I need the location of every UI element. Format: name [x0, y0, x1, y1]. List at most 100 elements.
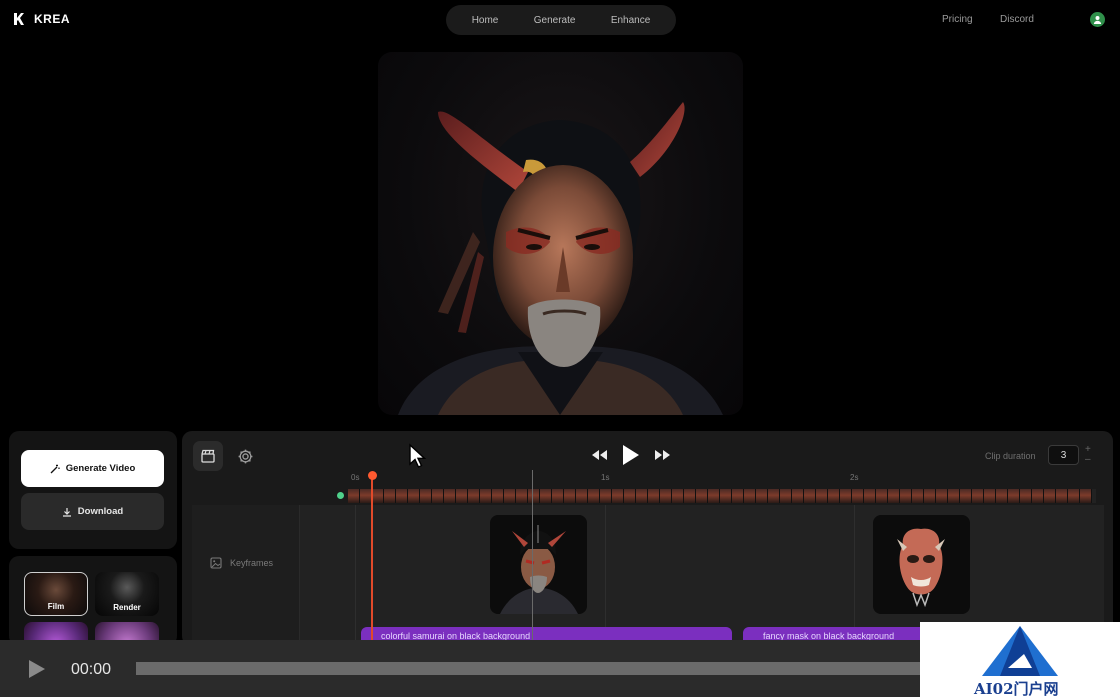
logo[interactable]: KREA — [12, 12, 70, 26]
generate-video-label: Generate Video — [65, 463, 136, 474]
frame-thumbnail — [756, 489, 768, 503]
scenes-tab-button[interactable] — [193, 441, 223, 471]
keyframe-2-thumbnail[interactable] — [873, 515, 970, 614]
frame-thumbnail — [816, 489, 828, 503]
frame-thumbnail — [432, 489, 444, 503]
top-bar: KREA Home Generate Enhance Pricing Disco… — [0, 0, 1120, 40]
frame-thumbnail — [708, 489, 720, 503]
frame-thumbnail — [540, 489, 552, 503]
clapperboard-icon — [201, 449, 215, 463]
frame-thumbnail — [408, 489, 420, 503]
frame-thumbnail — [996, 489, 1008, 503]
frame-thumbnail — [516, 489, 528, 503]
app-name: KREA — [34, 12, 71, 26]
decrement-icon[interactable]: – — [1085, 454, 1091, 465]
grid-line — [355, 505, 356, 646]
frame-thumbnail — [852, 489, 864, 503]
timeline-panel: Clip duration 3 + – 0s 1s 2s Keyframes c… — [182, 431, 1113, 646]
keyframes-label-text: Keyframes — [230, 558, 274, 568]
frame-thumbnail — [840, 489, 852, 503]
frame-thumbnail — [492, 489, 504, 503]
frame-thumbnail — [684, 489, 696, 503]
frame-thumbnail — [1008, 489, 1020, 503]
playhead[interactable] — [371, 476, 373, 646]
frame-thumbnail — [384, 489, 396, 503]
generated-image-preview — [378, 52, 743, 415]
frame-thumbnail-strip[interactable] — [348, 489, 1096, 503]
frame-thumbnail — [720, 489, 732, 503]
nav-enhance[interactable]: Enhance — [611, 15, 650, 26]
avatar[interactable] — [1090, 12, 1105, 27]
frame-thumbnail — [828, 489, 840, 503]
keyframe-1-thumbnail[interactable] — [490, 515, 587, 614]
frame-thumbnail — [348, 489, 360, 503]
frame-thumbnail — [912, 489, 924, 503]
frame-thumbnail — [732, 489, 744, 503]
fast-forward-icon[interactable] — [654, 449, 672, 461]
frame-thumbnail — [588, 489, 600, 503]
nav-pricing[interactable]: Pricing — [942, 14, 973, 25]
frame-thumbnail — [624, 489, 636, 503]
frame-thumbnail — [888, 489, 900, 503]
clip-duration-input[interactable]: 3 — [1048, 445, 1079, 465]
frame-thumbnail — [960, 489, 972, 503]
nav-discord[interactable]: Discord — [1000, 14, 1034, 25]
rewind-icon[interactable] — [590, 449, 608, 461]
hover-scrub-line — [532, 470, 533, 646]
frame-thumbnail — [612, 489, 624, 503]
generate-video-button[interactable]: Generate Video — [21, 450, 164, 487]
frame-thumbnail — [420, 489, 432, 503]
nav-home[interactable]: Home — [472, 15, 499, 26]
frame-thumbnail — [564, 489, 576, 503]
frame-thumbnail — [924, 489, 936, 503]
frame-thumbnail — [1044, 489, 1056, 503]
settings-button[interactable] — [230, 441, 260, 471]
grid-line — [605, 505, 606, 646]
frame-thumbnail — [648, 489, 660, 503]
frame-thumbnail — [504, 489, 516, 503]
frame-thumbnail — [744, 489, 756, 503]
actions-panel: Generate Video Download — [9, 431, 177, 549]
play-icon[interactable] — [622, 444, 640, 466]
nav-generate[interactable]: Generate — [534, 15, 576, 26]
download-label: Download — [77, 506, 124, 517]
frame-thumbnail — [936, 489, 948, 503]
samurai-portrait-image — [398, 102, 723, 415]
keyframes-track-label: Keyframes — [210, 557, 273, 569]
samurai-keyframe-image — [500, 525, 578, 614]
frame-thumbnail — [672, 489, 684, 503]
frame-thumbnail — [576, 489, 588, 503]
player-progress-track[interactable] — [136, 662, 936, 675]
frame-thumbnail — [660, 489, 672, 503]
track-label-column: Keyframes — [192, 505, 300, 646]
watermark-logo-icon — [982, 626, 1058, 676]
player-play-icon[interactable] — [28, 659, 46, 679]
frame-thumbnail — [396, 489, 408, 503]
frame-thumbnail — [984, 489, 996, 503]
frame-thumbnail — [552, 489, 564, 503]
download-button[interactable]: Download — [21, 493, 164, 530]
frame-thumbnail — [372, 489, 384, 503]
playhead-handle[interactable] — [368, 471, 377, 480]
frame-thumbnail — [1032, 489, 1044, 503]
frame-thumbnail — [1080, 489, 1092, 503]
style-film[interactable]: Film — [24, 572, 88, 616]
main-nav: Home Generate Enhance — [446, 5, 676, 35]
mask-keyframe-image — [897, 528, 945, 608]
ruler-label-1s: 1s — [601, 473, 610, 482]
player-time: 00:00 — [71, 661, 112, 678]
ruler-label-2s: 2s — [850, 473, 859, 482]
frame-thumbnail — [792, 489, 804, 503]
frame-thumbnail — [948, 489, 960, 503]
download-icon — [62, 507, 71, 517]
clip-duration-label: Clip duration — [985, 451, 1036, 461]
frame-thumbnail — [780, 489, 792, 503]
style-render-label: Render — [113, 603, 141, 612]
mouse-cursor-icon — [409, 443, 427, 468]
frame-thumbnail — [636, 489, 648, 503]
style-render[interactable]: Render — [95, 572, 159, 616]
timeline-start-marker — [337, 492, 344, 499]
watermark-text: AI02门户网 — [974, 680, 1059, 697]
frame-thumbnail — [456, 489, 468, 503]
frame-thumbnail — [468, 489, 480, 503]
